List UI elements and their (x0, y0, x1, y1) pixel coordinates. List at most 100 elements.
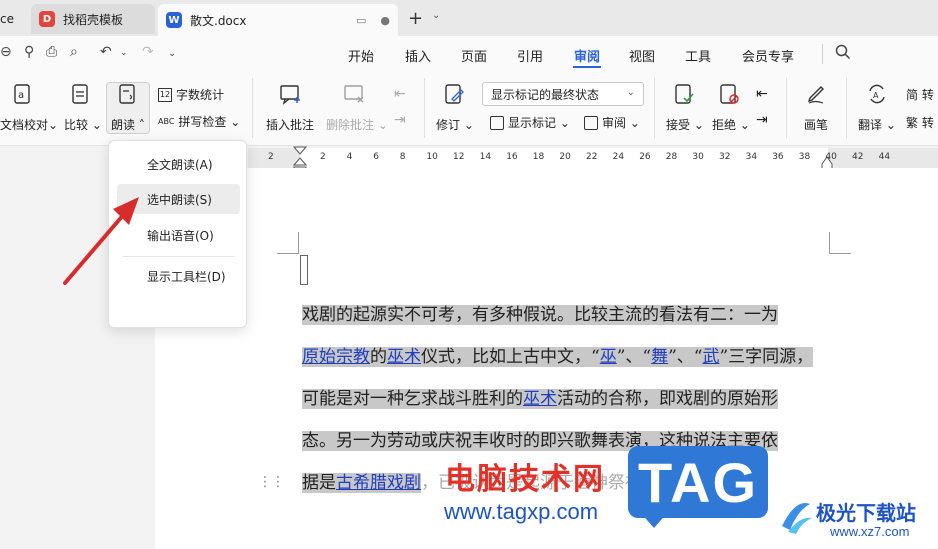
next-change-icon[interactable]: ⇥ (756, 112, 768, 128)
divider (786, 78, 787, 138)
hyperlink[interactable]: 舞 (651, 347, 668, 367)
read-aloud-button[interactable]: 朗读 ˄ (111, 116, 145, 133)
revise-button[interactable]: 修订 ⌄ (436, 116, 474, 133)
menu-view[interactable]: 视图 (629, 46, 655, 65)
new-tab-button[interactable]: + (408, 8, 423, 29)
ruler-tick-label: 34 (745, 152, 758, 162)
redo-icon[interactable]: ↷ (142, 44, 154, 60)
watermark-brand-url: www.xz7.com (830, 524, 910, 539)
delete-comment-button[interactable]: 删除批注 ⌄ (326, 116, 388, 133)
show-markup-icon (490, 115, 504, 130)
tab-prev[interactable]: ce (0, 4, 28, 34)
hyperlink[interactable]: 原始宗教 (302, 347, 370, 367)
accept-icon (675, 84, 694, 104)
word-doc-icon: W (166, 12, 182, 28)
ruler-tick-label: 6 (373, 152, 379, 162)
ruler-tick-label: 42 (852, 152, 864, 162)
chevron-down-icon[interactable]: ⌄ (432, 10, 440, 21)
translate-icon: A (869, 84, 885, 104)
to-traditional-button[interactable]: 繁 转 (906, 114, 934, 131)
print-icon[interactable]: ⎙ (46, 44, 57, 60)
pen-button[interactable]: 画笔 (804, 116, 828, 133)
menu-item-read-all[interactable]: 全文朗读(A) (117, 149, 240, 179)
spell-check-icon: ABC (158, 117, 175, 126)
tab-label: 找稻壳模板 (63, 12, 124, 27)
read-aloud-icon (119, 84, 135, 104)
prev-comment-icon[interactable]: ⇤ (394, 86, 406, 102)
ruler-tick-label: 4 (346, 152, 353, 162)
ruler-tick-label: 2 (268, 152, 274, 162)
divider (654, 78, 655, 138)
translate-button[interactable]: 翻译 ⌄ (858, 116, 896, 133)
menu-bar: ⊖ ⚲ ⎙ ⌕ ↶ ⌄ ↷ ⌄ 开始 插入 页面 引用 审阅 视图 工具 会员专… (0, 36, 938, 72)
ruler-tick-label: 44 (878, 152, 891, 162)
divider (424, 78, 425, 138)
menu-review[interactable]: 审阅 (574, 46, 600, 65)
insert-comment-button[interactable]: 插入批注 (266, 116, 314, 133)
save-icon[interactable]: ⊖ (0, 44, 12, 60)
menu-membership[interactable]: 会员专享 (742, 46, 794, 65)
paragraph-line: 可能是对一种乞求战斗胜利的巫术活动的合称，即戏剧的原始形 (302, 389, 778, 409)
watermark-site-name: 电脑技术网 (445, 462, 605, 497)
doc-check-button[interactable]: 文档校对⌄ (0, 116, 58, 133)
menu-home[interactable]: 开始 (348, 46, 374, 65)
ruler-tick-label: 8 (399, 152, 406, 162)
spell-check-button[interactable]: ABC 拼写检查 ⌄ (158, 113, 240, 130)
paragraph-line: 戏剧的起源实不可考，有多种假说。比较主流的看法有二：一为 (302, 294, 828, 336)
search-icon[interactable] (835, 44, 851, 60)
ruler-tick-label: 32 (719, 152, 731, 162)
ruler-tick-label: 36 (772, 152, 784, 162)
screen-icon[interactable]: ▭ (356, 14, 366, 27)
tab-bar: ce D 找稻壳模板 W 散文.docx ▭ ● + ⌄ (0, 0, 938, 36)
menu-insert[interactable]: 插入 (405, 46, 431, 65)
page-corner-mark (829, 232, 851, 254)
word-count-icon: 12 (158, 87, 172, 102)
reject-button[interactable]: 拒绝 ⌄ (712, 116, 750, 133)
hyperlink[interactable]: 巫术 (387, 347, 421, 367)
tab-document[interactable]: W 散文.docx ▭ ● (158, 4, 398, 36)
next-comment-icon[interactable]: ⇥ (394, 112, 406, 128)
unsaved-dot-icon[interactable]: ● (380, 14, 390, 27)
ruler-tick-label: 14 (479, 152, 492, 162)
undo-dropdown-icon[interactable]: ⌄ (120, 48, 128, 58)
revise-icon (445, 84, 464, 104)
show-markup-button[interactable]: 显示标记 ⌄ (490, 114, 570, 131)
hyperlink[interactable]: 巫 (600, 347, 617, 367)
undo-icon[interactable]: ↶ (100, 44, 112, 60)
prev-change-icon[interactable]: ⇤ (756, 86, 768, 102)
divider (252, 78, 253, 138)
menu-tools[interactable]: 工具 (685, 46, 711, 65)
ruler-tick-label: 40 (825, 152, 837, 162)
menu-references[interactable]: 引用 (517, 46, 543, 65)
chevron-down-icon: ⌄ (626, 87, 635, 98)
menu-page[interactable]: 页面 (461, 46, 487, 65)
review-pane-button[interactable]: 审阅 ⌄ (584, 114, 640, 131)
review-pane-icon (584, 115, 598, 130)
ruler-tick-label: 28 (665, 152, 678, 162)
hyperlink[interactable]: 巫术 (523, 389, 557, 409)
pen-icon (807, 86, 824, 104)
hyperlink[interactable]: 古希腊戏剧 (336, 473, 421, 493)
hyperlink[interactable]: 武 (702, 347, 719, 367)
print-preview-icon[interactable]: ⌕ (70, 44, 78, 60)
watermark-tag-logo: TAG (628, 446, 768, 518)
more-dropdown-icon[interactable]: ⌄ (168, 48, 176, 59)
doc-check-icon: a (14, 84, 30, 104)
ruler-tick-label: 2 (320, 152, 326, 162)
accept-button[interactable]: 接受 ⌄ (666, 116, 704, 133)
annotation-arrow-icon (63, 197, 139, 285)
tab-label: 散文.docx (190, 13, 247, 28)
tab-label: ce (0, 12, 14, 26)
share-icon[interactable]: ⚲ (24, 44, 34, 60)
markup-view-select[interactable]: 显示标记的最终状态 ⌄ (482, 82, 644, 106)
ruler-tick-label: 10 (426, 152, 438, 162)
tab-docer-templates[interactable]: D 找稻壳模板 (31, 4, 155, 34)
ruler-tick-label: 30 (692, 152, 704, 162)
paragraph-drag-handle-icon[interactable]: ⋮⋮ (258, 474, 285, 490)
to-simplified-button[interactable]: 简 转 (906, 86, 934, 103)
ruler-tick-label: 18 (532, 152, 545, 162)
insert-comment-icon (280, 85, 300, 105)
compare-button[interactable]: 比较 ⌄ (64, 116, 102, 133)
divider (822, 44, 823, 64)
word-count-button[interactable]: 12 字数统计 (158, 86, 224, 103)
